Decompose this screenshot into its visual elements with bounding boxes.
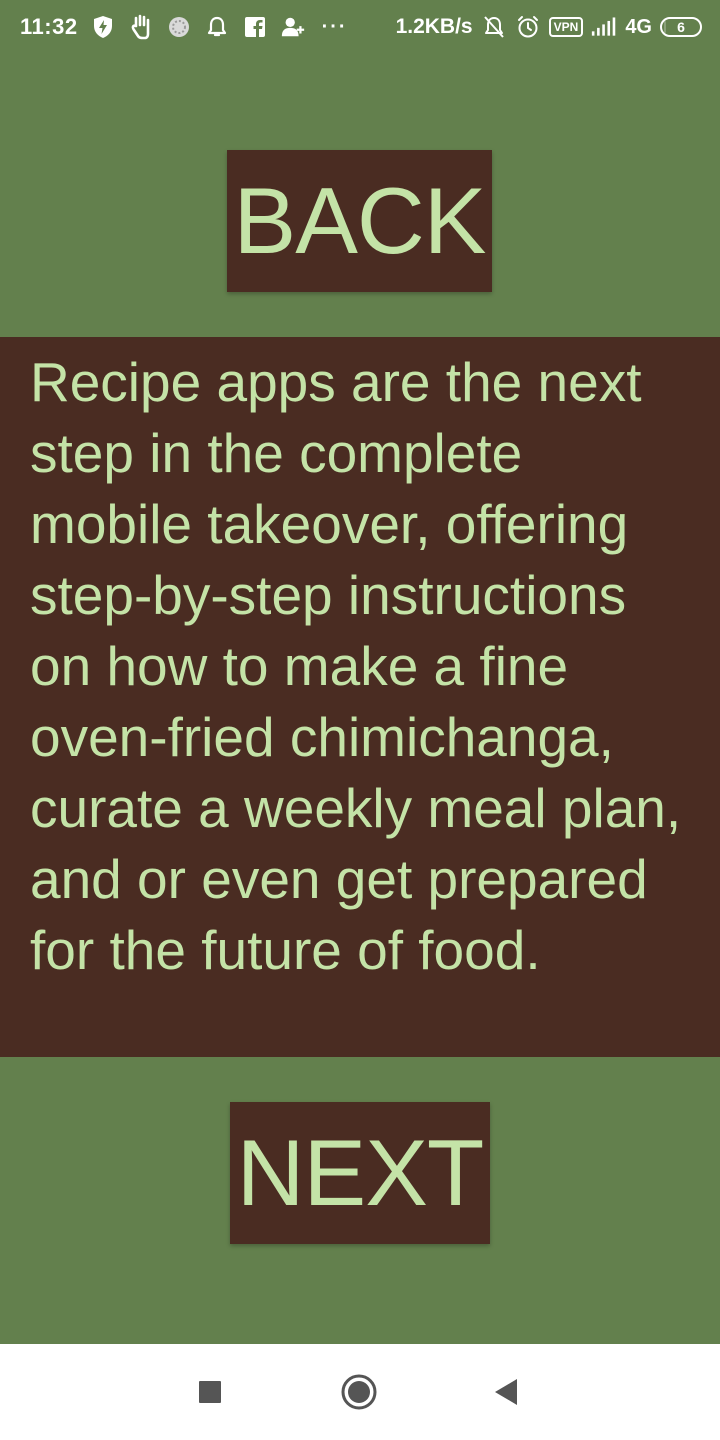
hand-icon [128,14,154,40]
net-speed: 1.2KB/s [395,15,473,38]
sync-circle-icon [166,14,192,40]
back-triangle-icon [495,1379,517,1405]
system-navigation-bar [0,1344,720,1440]
bell-icon [204,14,230,40]
home-circle-icon [341,1374,377,1410]
add-person-icon [280,14,306,40]
facebook-icon [242,14,268,40]
alarm-icon [515,14,541,40]
status-bar-right: 1.2KB/s VPN 4G 6 [396,0,702,54]
recipe-text-panel: Recipe apps are the next step in the com… [0,337,720,1057]
battery-level: 6 [677,19,685,35]
battery-icon: 6 [660,17,702,37]
recipe-text: Recipe apps are the next step in the com… [30,351,682,981]
bell-off-icon [481,14,507,40]
square-icon [199,1381,221,1403]
status-time: 11:32 [20,14,78,39]
overflow-dots-icon: ··· [321,15,348,38]
signal-icon [591,14,617,40]
recents-button[interactable] [170,1344,250,1440]
next-button[interactable]: NEXT [230,1102,490,1244]
network-type: 4G [625,15,652,38]
back-button[interactable]: BACK [227,150,492,292]
status-bar: 11:32 ··· 1.2KB/s VPN 4G 6 [0,0,720,54]
home-button[interactable] [319,1344,399,1440]
system-back-button[interactable] [466,1344,546,1440]
shield-bolt-icon [90,14,116,40]
status-bar-left: 11:32 ··· [20,0,348,54]
vpn-icon: VPN [548,17,584,37]
